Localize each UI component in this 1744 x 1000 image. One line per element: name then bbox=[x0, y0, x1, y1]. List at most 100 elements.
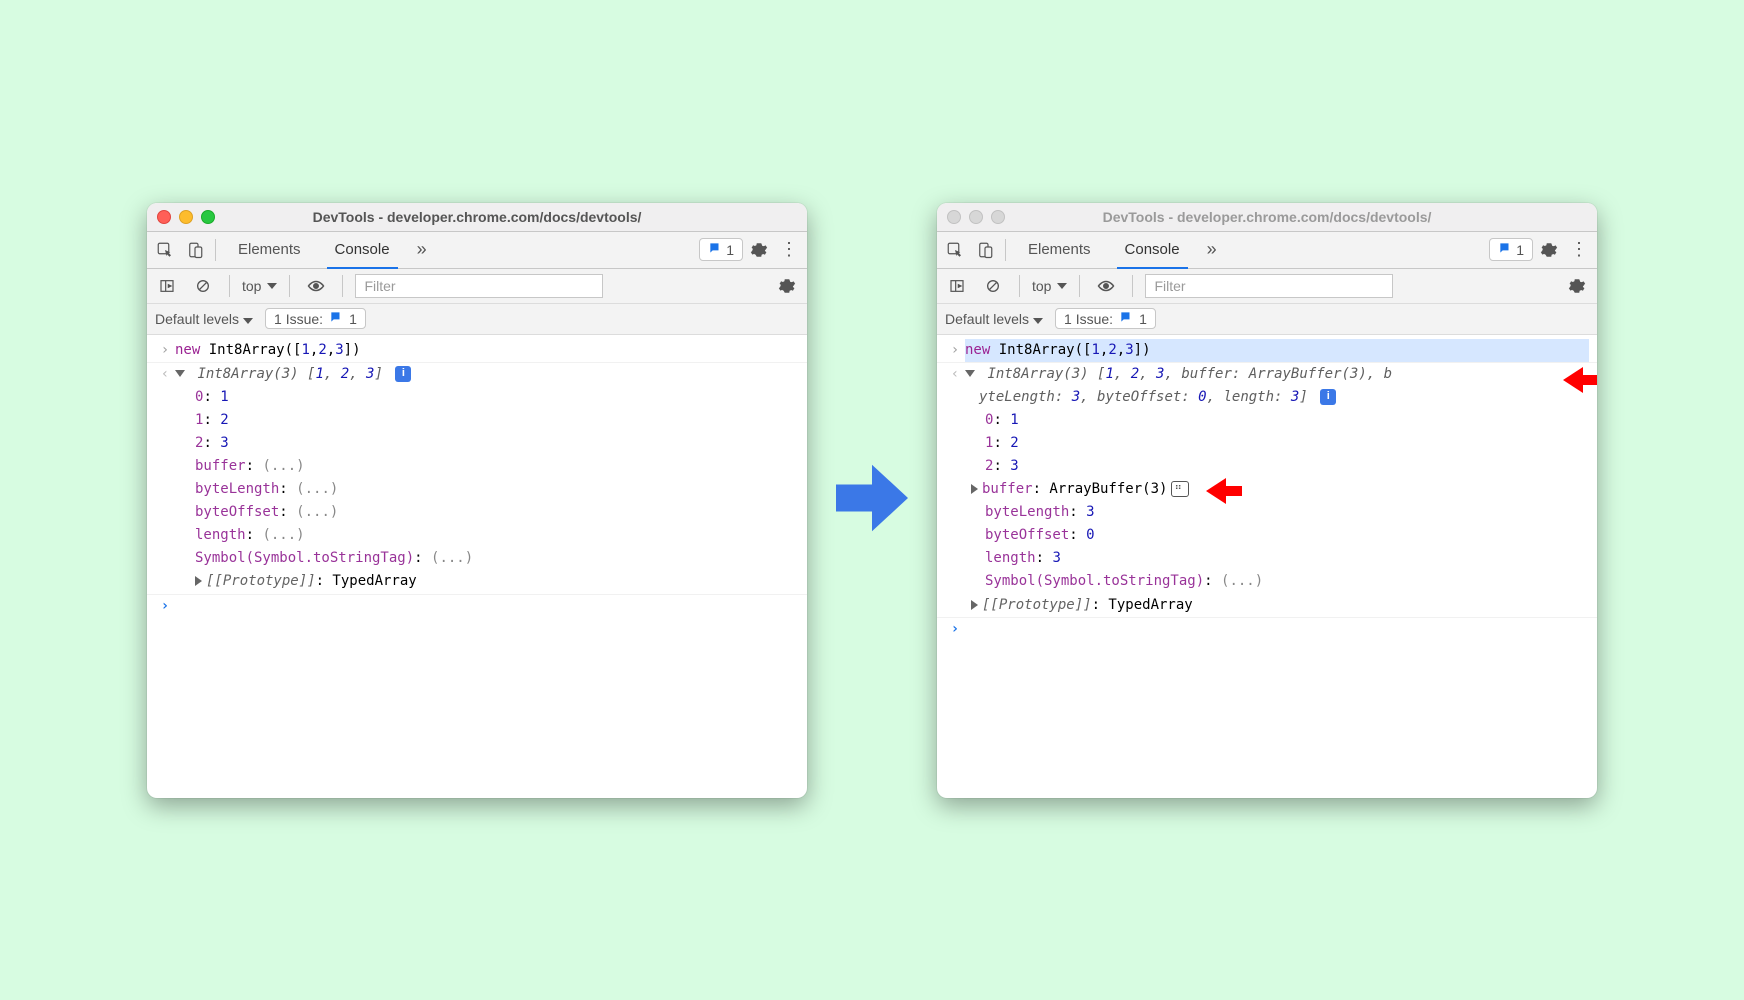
prototype-property[interactable]: [[Prototype]]: TypedArray bbox=[971, 594, 1589, 617]
expand-toggle-icon[interactable] bbox=[965, 370, 975, 377]
console-input-expr: new Int8Array([1,2,3]) bbox=[965, 339, 1589, 362]
object-property[interactable]: Symbol(Symbol.toStringTag): (...) bbox=[195, 547, 799, 570]
object-header[interactable]: Int8Array(3) [1, 2, 3, buffer: ArrayBuff… bbox=[965, 363, 1589, 409]
issue-indicator[interactable]: 1 Issue: 1 bbox=[1055, 308, 1156, 329]
divider bbox=[1005, 239, 1006, 261]
titlebar: DevTools - developer.chrome.com/docs/dev… bbox=[937, 203, 1597, 232]
sidebar-toggle-icon[interactable] bbox=[943, 272, 971, 300]
inspect-element-icon[interactable] bbox=[151, 236, 179, 264]
inspect-element-icon[interactable] bbox=[941, 236, 969, 264]
log-level-selector[interactable]: Default levels bbox=[155, 311, 253, 327]
console-prompt[interactable]: › bbox=[147, 594, 807, 618]
close-icon[interactable] bbox=[947, 210, 961, 224]
issue-count: 1 bbox=[349, 311, 357, 327]
issue-icon bbox=[329, 310, 343, 327]
buffer-property[interactable]: buffer: ArrayBuffer(3) bbox=[971, 478, 1589, 501]
device-toolbar-icon[interactable] bbox=[181, 236, 209, 264]
settings-icon[interactable] bbox=[745, 236, 773, 264]
object-property[interactable]: length: 3 bbox=[985, 547, 1589, 570]
settings-icon[interactable] bbox=[1535, 236, 1563, 264]
divider bbox=[1132, 275, 1133, 297]
object-property[interactable]: buffer: (...) bbox=[195, 455, 799, 478]
console-prompt[interactable]: › bbox=[937, 617, 1597, 641]
traffic-lights[interactable] bbox=[157, 210, 215, 224]
live-expression-icon[interactable] bbox=[302, 272, 330, 300]
console-input-expr: new Int8Array([1,2,3]) bbox=[175, 339, 799, 362]
kebab-menu-icon[interactable]: ⋮ bbox=[775, 236, 803, 264]
expand-toggle-icon[interactable] bbox=[971, 484, 978, 494]
close-icon[interactable] bbox=[157, 210, 171, 224]
header-line-1: Int8Array(3) [1, 2, 3, buffer: ArrayBuff… bbox=[987, 366, 1392, 382]
expand-toggle-icon[interactable] bbox=[175, 370, 185, 377]
console-output-row: ‹ Int8Array(3) [1, 2, 3] i 0: 11: 22: 3b… bbox=[147, 362, 807, 594]
minimize-icon[interactable] bbox=[969, 210, 983, 224]
console-settings-icon[interactable] bbox=[1563, 272, 1591, 300]
object-property[interactable]: 1: 2 bbox=[985, 432, 1589, 455]
memory-inspector-icon[interactable] bbox=[1171, 481, 1189, 497]
info-badge-icon[interactable]: i bbox=[1320, 389, 1336, 405]
issue-icon bbox=[1498, 241, 1512, 258]
divider bbox=[215, 239, 216, 261]
issues-pill[interactable]: 1 bbox=[699, 238, 743, 261]
level-bar: Default levels 1 Issue: 1 bbox=[147, 304, 807, 335]
divider bbox=[229, 275, 230, 297]
object-property[interactable]: 1: 2 bbox=[195, 409, 799, 432]
minimize-icon[interactable] bbox=[179, 210, 193, 224]
issues-pill[interactable]: 1 bbox=[1489, 238, 1533, 261]
tab-console[interactable]: Console bbox=[1109, 232, 1196, 268]
console-input-row: › new Int8Array([1,2,3]) bbox=[147, 339, 807, 362]
transition-arrow-icon bbox=[827, 453, 917, 548]
prompt-icon: › bbox=[945, 618, 965, 641]
object-property[interactable]: byteOffset: 0 bbox=[985, 524, 1589, 547]
tab-elements[interactable]: Elements bbox=[222, 232, 317, 268]
issue-indicator[interactable]: 1 Issue: 1 bbox=[265, 308, 366, 329]
traffic-lights[interactable] bbox=[947, 210, 1005, 224]
filter-input[interactable] bbox=[355, 274, 603, 298]
kebab-menu-icon[interactable]: ⋮ bbox=[1565, 236, 1593, 264]
expand-toggle-icon[interactable] bbox=[195, 576, 202, 586]
console-output-row: ‹ Int8Array(3) [1, 2, 3, buffer: ArrayBu… bbox=[937, 362, 1597, 617]
console-body[interactable]: › new Int8Array([1,2,3]) ‹ Int8Array(3) … bbox=[937, 335, 1597, 798]
issue-icon bbox=[708, 241, 722, 258]
context-selector[interactable]: top bbox=[1032, 278, 1067, 294]
live-expression-icon[interactable] bbox=[1092, 272, 1120, 300]
object-tree: 0: 11: 22: 3buffer: ArrayBuffer(3) byteL… bbox=[965, 409, 1589, 617]
level-bar: Default levels 1 Issue: 1 bbox=[937, 304, 1597, 335]
object-property[interactable]: 0: 1 bbox=[985, 409, 1589, 432]
main-toolbar: Elements Console » 1 ⋮ bbox=[147, 232, 807, 269]
annotation-arrow-icon bbox=[1206, 478, 1242, 504]
expand-toggle-icon[interactable] bbox=[971, 600, 978, 610]
devtools-panel-before: DevTools - developer.chrome.com/docs/dev… bbox=[147, 203, 807, 798]
divider bbox=[289, 275, 290, 297]
object-property[interactable]: byteLength: 3 bbox=[985, 501, 1589, 524]
tab-elements[interactable]: Elements bbox=[1012, 232, 1107, 268]
more-tabs-icon[interactable]: » bbox=[1198, 236, 1226, 264]
object-property[interactable]: Symbol(Symbol.toStringTag): (...) bbox=[985, 570, 1589, 593]
sidebar-toggle-icon[interactable] bbox=[153, 272, 181, 300]
console-body[interactable]: › new Int8Array([1,2,3]) ‹ Int8Array(3) … bbox=[147, 335, 807, 798]
tab-console[interactable]: Console bbox=[319, 232, 406, 268]
divider bbox=[1079, 275, 1080, 297]
clear-console-icon[interactable] bbox=[189, 272, 217, 300]
info-badge-icon[interactable]: i bbox=[395, 366, 411, 382]
log-level-selector[interactable]: Default levels bbox=[945, 311, 1043, 327]
prompt-icon: › bbox=[155, 595, 175, 618]
result-icon: ‹ bbox=[155, 363, 175, 594]
prototype-property[interactable]: [[Prototype]]: TypedArray bbox=[195, 570, 799, 593]
object-property[interactable]: byteLength: (...) bbox=[195, 478, 799, 501]
zoom-icon[interactable] bbox=[991, 210, 1005, 224]
clear-console-icon[interactable] bbox=[979, 272, 1007, 300]
filter-input[interactable] bbox=[1145, 274, 1393, 298]
object-property[interactable]: 0: 1 bbox=[195, 386, 799, 409]
object-property[interactable]: 2: 3 bbox=[195, 432, 799, 455]
main-toolbar: Elements Console » 1 ⋮ bbox=[937, 232, 1597, 269]
object-property[interactable]: length: (...) bbox=[195, 524, 799, 547]
object-property[interactable]: 2: 3 bbox=[985, 455, 1589, 478]
device-toolbar-icon[interactable] bbox=[971, 236, 999, 264]
object-header[interactable]: Int8Array(3) [1, 2, 3] i bbox=[175, 363, 799, 386]
zoom-icon[interactable] bbox=[201, 210, 215, 224]
object-property[interactable]: byteOffset: (...) bbox=[195, 501, 799, 524]
more-tabs-icon[interactable]: » bbox=[408, 236, 436, 264]
console-settings-icon[interactable] bbox=[773, 272, 801, 300]
context-selector[interactable]: top bbox=[242, 278, 277, 294]
